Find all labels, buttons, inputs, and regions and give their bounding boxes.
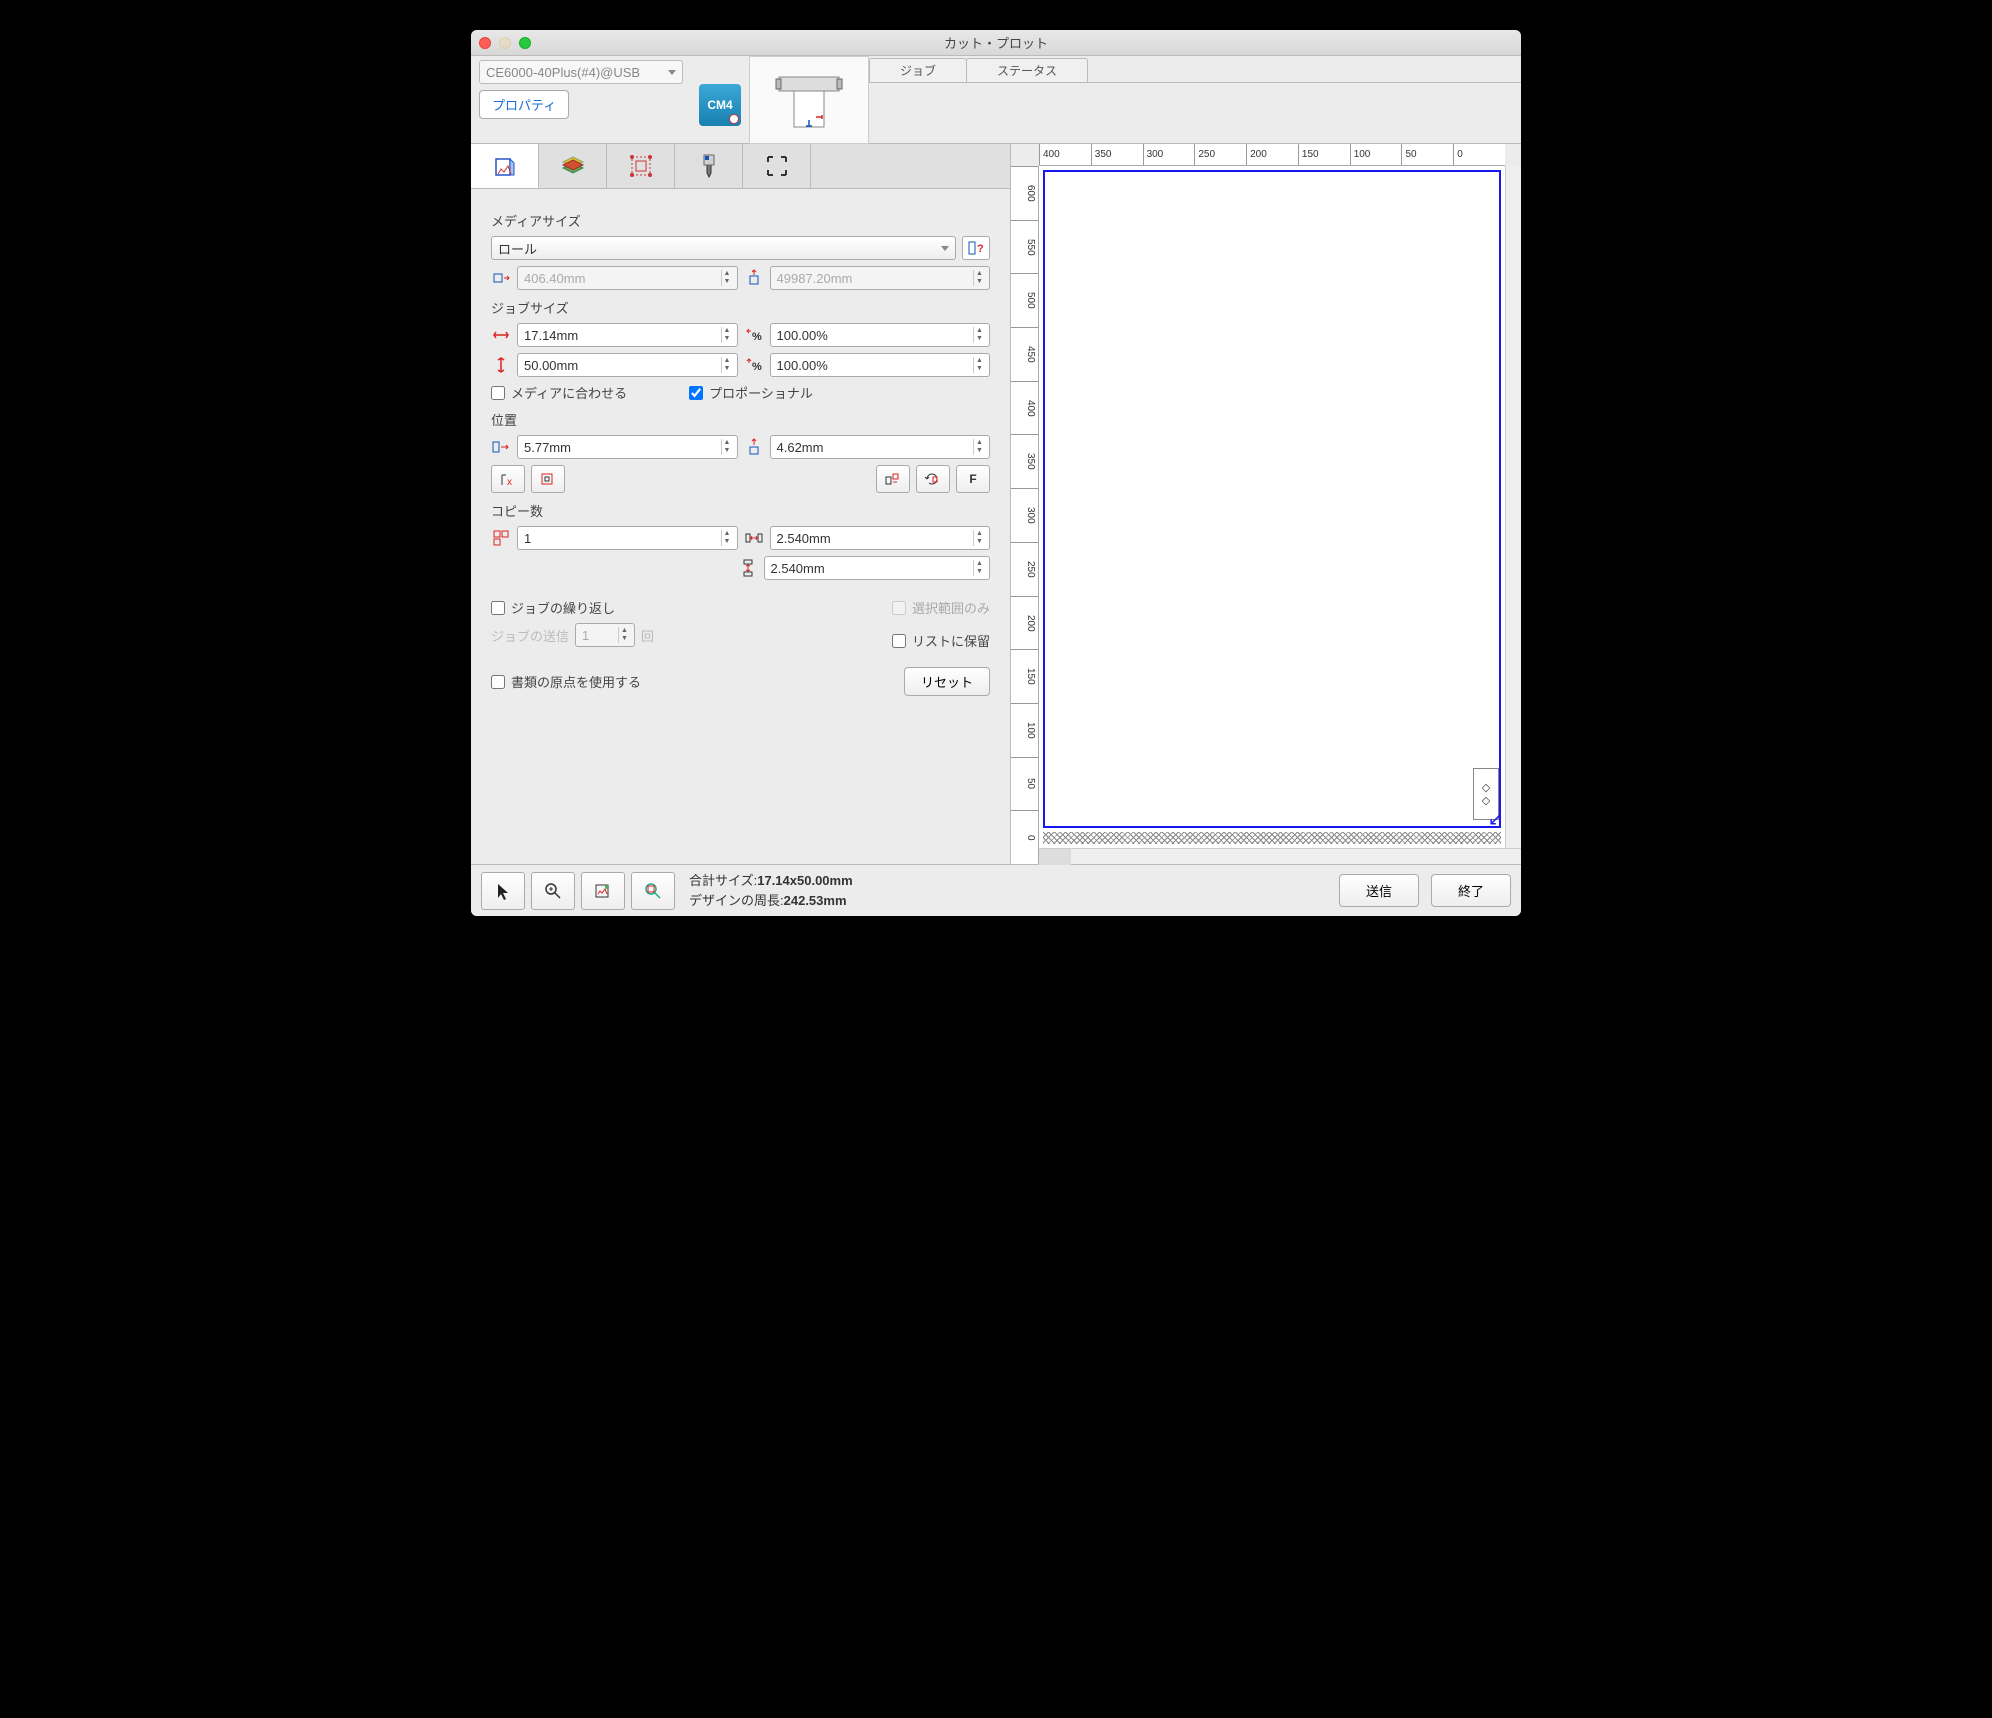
pos-y-icon (744, 438, 764, 456)
vertical-ruler: 600550500450400350300250200150100500 (1011, 166, 1039, 864)
media-outline (1043, 170, 1501, 828)
media-height-input[interactable]: 49987.20mm▲▼ (770, 266, 991, 290)
send-count-input: 1▲▼ (575, 623, 635, 647)
job-size-label: ジョブサイズ (491, 298, 990, 317)
svg-text:%: % (752, 361, 762, 372)
width-arrow-icon (491, 330, 511, 340)
poll-size-button[interactable]: ? (962, 236, 990, 260)
tab-general-icon[interactable] (471, 144, 539, 188)
device-name: CE6000-40Plus(#4)@USB (486, 65, 640, 80)
tab-tool-icon[interactable] (675, 144, 743, 188)
scale-x-icon: % (744, 328, 764, 342)
pos-x-icon (491, 440, 511, 454)
rotate-button[interactable] (916, 465, 950, 493)
copies-count-input[interactable]: 1▲▼ (517, 526, 738, 550)
use-doc-origin-checkbox[interactable]: 書類の原点を使用する (491, 672, 641, 691)
svg-text:x: x (507, 477, 512, 487)
selection-only-checkbox: 選択範囲のみ (892, 598, 990, 617)
zoom-fit-tool-button[interactable] (581, 872, 625, 910)
cut-edge-icon (1043, 832, 1501, 844)
close-button[interactable]: 終了 (1431, 874, 1511, 907)
send-unit-label: 回 (641, 626, 654, 645)
copies-label: コピー数 (491, 501, 990, 520)
nest-button[interactable] (876, 465, 910, 493)
tab-registration-icon[interactable] (743, 144, 811, 188)
cm4-badge-icon[interactable]: CM4 (699, 84, 741, 126)
fit-media-checkbox[interactable]: メディアに合わせる (491, 383, 627, 402)
media-size-label: メディアサイズ (491, 211, 990, 230)
device-select[interactable]: CE6000-40Plus(#4)@USB (479, 60, 683, 84)
center-button[interactable] (531, 465, 565, 493)
copies-icon (491, 530, 511, 546)
tab-layers-icon[interactable] (539, 144, 607, 188)
job-scale-y-input[interactable]: 100.00%▲▼ (770, 353, 991, 377)
gap-y-icon (738, 559, 758, 577)
origin-x-button[interactable]: x (491, 465, 525, 493)
height-icon (744, 269, 764, 287)
horizontal-scrollbar[interactable] (1039, 848, 1521, 864)
app-window: カット・プロット CE6000-40Plus(#4)@USB プロパティ CM4… (471, 30, 1521, 916)
tab-tiling-icon[interactable] (607, 144, 675, 188)
zoom-object-tool-button[interactable] (631, 872, 675, 910)
chevron-down-icon (668, 70, 676, 75)
width-icon (491, 271, 511, 285)
svg-text:?: ? (977, 243, 984, 255)
horizontal-ruler: 400350300250200150100500 (1039, 144, 1505, 166)
tab-job[interactable]: ジョブ (869, 58, 967, 82)
chevron-down-icon (941, 246, 949, 251)
job-repeat-checkbox[interactable]: ジョブの繰り返し (491, 598, 654, 617)
gap-y-input[interactable]: 2.540mm▲▼ (764, 556, 991, 580)
send-button[interactable]: 送信 (1339, 874, 1419, 907)
send-count-label: ジョブの送信 (491, 626, 569, 645)
preview-canvas[interactable]: ◇◇ ↙ (1039, 166, 1505, 848)
tab-status[interactable]: ステータス (966, 58, 1088, 82)
media-type-select[interactable]: ロール (491, 236, 956, 260)
flip-button[interactable]: F (956, 465, 990, 493)
zoom-in-tool-button[interactable] (531, 872, 575, 910)
media-width-input[interactable]: 406.40mm▲▼ (517, 266, 738, 290)
printer-preview-icon[interactable] (749, 56, 869, 144)
proportional-checkbox[interactable]: プロポーショナル (689, 383, 990, 402)
job-scale-x-input[interactable]: 100.00%▲▼ (770, 323, 991, 347)
gap-x-icon (744, 531, 764, 545)
hold-list-checkbox[interactable]: リストに保留 (892, 631, 990, 650)
job-width-input[interactable]: 17.14mm▲▼ (517, 323, 738, 347)
job-height-input[interactable]: 50.00mm▲▼ (517, 353, 738, 377)
titlebar: カット・プロット (471, 30, 1521, 56)
scale-y-icon: % (744, 358, 764, 372)
gap-x-input[interactable]: 2.540mm▲▼ (770, 526, 991, 550)
position-x-input[interactable]: 5.77mm▲▼ (517, 435, 738, 459)
position-y-input[interactable]: 4.62mm▲▼ (770, 435, 991, 459)
svg-text:%: % (752, 331, 762, 342)
height-arrow-icon (491, 357, 511, 373)
status-text: 合計サイズ:17.14x50.00mm デザインの周長:242.53mm (689, 871, 853, 910)
pointer-tool-button[interactable] (481, 872, 525, 910)
window-title: カット・プロット (471, 33, 1521, 52)
properties-button[interactable]: プロパティ (479, 90, 569, 119)
position-label: 位置 (491, 410, 990, 429)
origin-arrow-icon: ↙ (1488, 809, 1503, 830)
vertical-scrollbar[interactable] (1505, 166, 1521, 848)
reset-button[interactable]: リセット (904, 667, 990, 696)
